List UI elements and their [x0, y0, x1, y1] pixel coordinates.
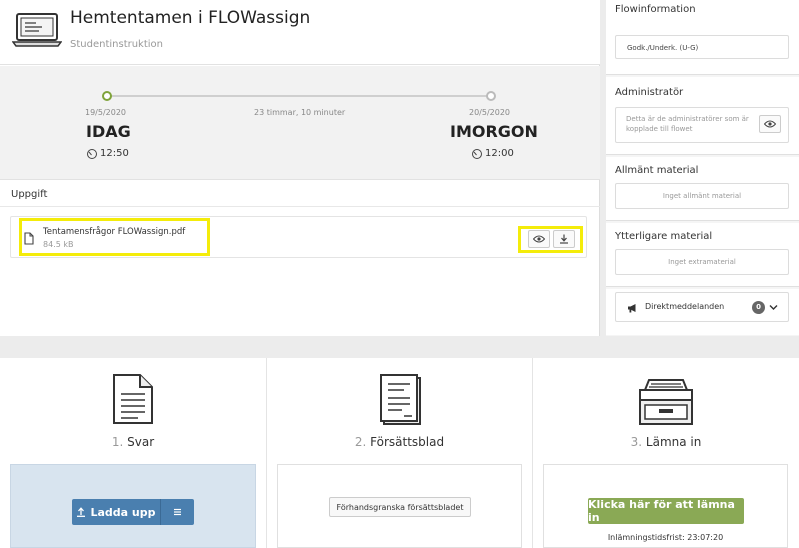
upload-icon	[77, 507, 86, 517]
step-1-title: Svar	[127, 435, 155, 449]
extra-material-section: Ytterligare material Inget extramaterial	[606, 223, 799, 287]
megaphone-icon	[628, 304, 636, 313]
admin-section: Administratör Detta är de administratöre…	[606, 77, 799, 155]
page-subtitle: Studentinstruktion	[70, 39, 164, 50]
timeline: 19/5/2020 23 timmar, 10 minuter 20/5/202…	[0, 66, 600, 180]
flow-info-title: Flowinformation	[615, 4, 696, 15]
timeline-start-dot	[102, 91, 112, 101]
submit-card: Klicka här för att lämna in Inlämningsti…	[543, 464, 788, 548]
flow-header: Hemtentamen i FLOWassign Studentinstrukt…	[0, 0, 600, 65]
upload-button-group: Ladda upp	[72, 499, 194, 525]
extra-material-box: Inget extramaterial	[615, 249, 789, 275]
file-highlight-box	[19, 218, 210, 256]
start-label: IDAG	[86, 122, 131, 141]
step-3-title: Lämna in	[645, 435, 702, 449]
cover-sheet-card: Förhandsgranska försättsbladet	[277, 464, 522, 548]
grading-scale: Godk./Underk. (U-G)	[615, 35, 789, 59]
eye-icon	[764, 120, 776, 128]
view-admins-button[interactable]	[759, 115, 781, 133]
menu-icon	[174, 508, 181, 516]
page-title: Hemtentamen i FLOWassign	[70, 8, 311, 28]
step-2-number: 2.	[354, 435, 367, 449]
timeline-end-dot	[486, 91, 496, 101]
step-3-label: 3. Lämna in	[533, 435, 799, 449]
upload-button-label: Ladda upp	[90, 505, 156, 519]
direct-messages-label: Direktmeddelanden	[645, 302, 725, 311]
start-time: 12:50	[87, 148, 129, 159]
clock-icon	[87, 148, 97, 159]
preview-cover-sheet-button[interactable]: Förhandsgranska försättsbladet	[329, 497, 471, 517]
sidebar: Flowinformation Godk./Underk. (U-G) Admi…	[606, 0, 799, 336]
submit-button[interactable]: Klicka här för att lämna in	[588, 498, 744, 524]
cover-sheet-icon	[380, 374, 421, 425]
start-time-text: 12:50	[100, 148, 129, 159]
chevron-down-icon	[769, 305, 778, 310]
upload-menu-button[interactable]	[161, 499, 194, 525]
admin-box: Detta är de administratörer som är koppl…	[615, 107, 789, 143]
answer-document-icon	[113, 374, 153, 424]
step-2-title: Försättsblad	[370, 435, 445, 449]
step-submit: 3. Lämna in Klicka här för att lämna in …	[533, 358, 799, 548]
duration: 23 timmar, 10 minuter	[254, 108, 346, 117]
end-label: IMORGON	[450, 122, 538, 141]
end-time-text: 12:00	[485, 148, 514, 159]
end-date: 20/5/2020	[469, 108, 511, 117]
inbox-tray-icon	[639, 379, 693, 425]
actions-highlight-box	[518, 226, 583, 253]
general-material-box: Inget allmänt material	[615, 183, 789, 209]
upload-button[interactable]: Ladda upp	[72, 499, 161, 525]
answer-card: Ladda upp	[10, 464, 256, 548]
submission-steps: 1. Svar Ladda upp 2. Försättsblad Förhan…	[0, 358, 799, 548]
start-date: 19/5/2020	[85, 108, 127, 117]
extra-material-title: Ytterligare material	[615, 231, 713, 242]
step-cover-sheet: 2. Försättsblad Förhandsgranska försätts…	[267, 358, 533, 548]
step-3-number: 3.	[630, 435, 643, 449]
step-1-label: 1. Svar	[0, 435, 266, 449]
flow-info-section: Flowinformation Godk./Underk. (U-G)	[606, 0, 799, 75]
general-material-section: Allmänt material Inget allmänt material	[606, 157, 799, 221]
step-1-number: 1.	[111, 435, 124, 449]
admin-title: Administratör	[615, 87, 684, 98]
task-section-label: Uppgift	[11, 189, 48, 200]
step-2-label: 2. Försättsblad	[267, 435, 532, 449]
general-material-title: Allmänt material	[615, 165, 699, 176]
timeline-line	[107, 95, 491, 97]
clock-icon	[472, 148, 482, 159]
messages-count-badge: 0	[752, 301, 765, 314]
step-answer: 1. Svar Ladda upp	[0, 358, 267, 548]
admin-text: Detta är de administratörer som är koppl…	[626, 115, 749, 133]
direct-messages-button[interactable]: Direktmeddelanden 0	[615, 292, 789, 322]
laptop-icon	[12, 13, 62, 47]
task-section-header: Uppgift	[0, 181, 600, 207]
submission-deadline: Inlämningstidsfrist: 23:07:20	[607, 533, 724, 542]
messages-section: Direktmeddelanden 0	[606, 289, 799, 335]
main-panel: Hemtentamen i FLOWassign Studentinstrukt…	[0, 0, 600, 336]
end-time: 12:00	[472, 148, 514, 159]
